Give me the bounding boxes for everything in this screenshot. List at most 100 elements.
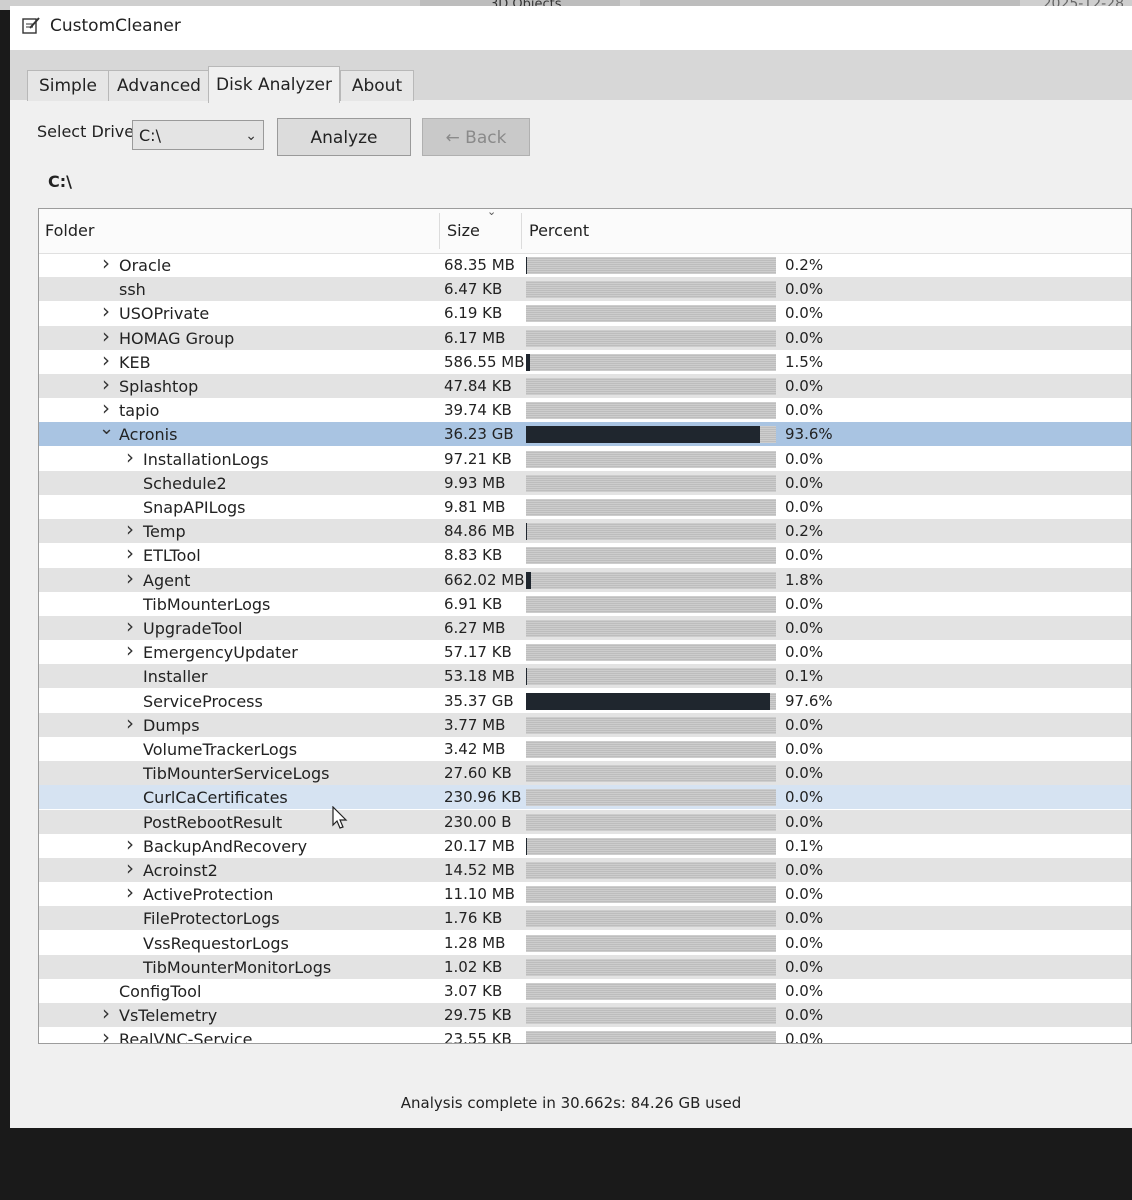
- chevron-right-icon[interactable]: ›: [99, 251, 113, 275]
- tree-row[interactable]: › InstallationLogs 97.21 KB 0.0%: [39, 445, 1131, 471]
- chevron-right-icon[interactable]: ›: [123, 832, 137, 856]
- folder-name: USOPrivate: [119, 304, 210, 324]
- tree-row[interactable]: › UpgradeTool 6.27 MB 0.0%: [39, 614, 1131, 640]
- current-path: C:\: [48, 172, 72, 191]
- folder-name: UpgradeTool: [143, 619, 243, 638]
- tree-row[interactable]: ⌄ Acronis 36.23 GB 93.6%: [39, 418, 1131, 447]
- chevron-right-icon[interactable]: ›: [123, 638, 137, 662]
- tree-row[interactable]: › KEB 586.55 MB 1.5%: [39, 348, 1131, 374]
- column-header-size[interactable]: Size: [447, 221, 480, 240]
- tree-row[interactable]: › Splashtop 47.84 KB 0.0%: [39, 372, 1131, 398]
- chevron-right-icon[interactable]: ›: [99, 1001, 113, 1025]
- percent-value: 0.0%: [785, 885, 824, 904]
- tree-row[interactable]: Schedule2 9.93 MB 0.0%: [39, 470, 1131, 495]
- chevron-down-icon[interactable]: ⌄: [99, 418, 114, 439]
- tree-row[interactable]: TibMounterMonitorLogs 1.02 KB 0.0%: [39, 954, 1131, 979]
- folder-size: 14.52 MB: [444, 861, 515, 879]
- tree-row[interactable]: › Dumps 3.77 MB 0.0%: [39, 711, 1131, 737]
- tab-label: About: [351, 76, 403, 96]
- tree-row[interactable]: VolumeTrackerLogs 3.42 MB 0.0%: [39, 737, 1131, 761]
- tree-row[interactable]: VssRequestorLogs 1.28 MB 0.0%: [39, 931, 1131, 955]
- tree-row[interactable]: › tapio 39.74 KB 0.0%: [39, 396, 1131, 422]
- tab-simple[interactable]: Simple: [27, 70, 109, 101]
- chevron-right-icon[interactable]: ›: [99, 324, 113, 348]
- percent-value: 0.0%: [785, 643, 824, 662]
- tree-row[interactable]: › Agent 662.02 MB 1.8%: [39, 566, 1131, 592]
- tree-row[interactable]: › RealVNC-Service 23.55 KB 0.0%: [39, 1025, 1131, 1044]
- tree-row[interactable]: › USOPrivate 6.19 KB 0.0%: [39, 299, 1131, 325]
- chevron-right-icon[interactable]: ›: [99, 1025, 113, 1043]
- folder-size: 23.55 KB: [444, 1030, 512, 1044]
- tab-about[interactable]: About: [340, 70, 414, 101]
- percent-bar: [526, 378, 776, 395]
- column-header-percent[interactable]: Percent: [529, 221, 589, 240]
- drive-select[interactable]: C:\ ⌄: [132, 120, 264, 150]
- chevron-right-icon[interactable]: ›: [123, 541, 137, 565]
- tree-row[interactable]: Installer 53.18 MB 0.1%: [39, 664, 1131, 689]
- chevron-right-icon[interactable]: ›: [99, 299, 113, 323]
- drive-select-value: C:\: [139, 126, 161, 145]
- folder-size: 1.28 MB: [444, 933, 506, 952]
- title-bar[interactable]: CustomCleaner: [10, 6, 1132, 50]
- tree-row[interactable]: SnapAPILogs 9.81 MB 0.0%: [39, 495, 1131, 519]
- percent-bar: [526, 547, 776, 565]
- tree-row[interactable]: › HOMAG Group 6.17 MB 0.0%: [39, 324, 1131, 350]
- percent-value: 0.0%: [785, 594, 824, 613]
- chevron-right-icon[interactable]: ›: [99, 348, 113, 372]
- tab-disk-analyzer[interactable]: Disk Analyzer: [208, 66, 340, 103]
- percent-bar: [526, 450, 776, 468]
- tree-row[interactable]: PostRebootResult 230.00 B 0.0%: [39, 809, 1131, 834]
- analyze-button[interactable]: Analyze: [277, 118, 411, 156]
- folder-name: tapio: [119, 401, 160, 421]
- percent-bar-fill: [526, 257, 527, 274]
- sort-descending-icon: ⌄: [487, 208, 497, 218]
- percent-bar: [526, 305, 776, 323]
- folder-name: Acronis: [119, 425, 178, 445]
- tab-strip: Simple Advanced Disk Analyzer About: [10, 50, 1132, 103]
- percent-bar-fill: [526, 353, 530, 371]
- percent-bar: [526, 837, 776, 855]
- tree-row[interactable]: ServiceProcess 35.37 GB 97.6%: [39, 689, 1131, 713]
- folder-name: KEB: [119, 352, 151, 372]
- folder-size: 47.84 KB: [444, 377, 512, 395]
- chevron-right-icon[interactable]: ›: [123, 614, 137, 638]
- percent-value: 0.0%: [785, 982, 824, 1000]
- tree-row[interactable]: › VsTelemetry 29.75 KB 0.0%: [39, 1001, 1131, 1028]
- tree-row[interactable]: FileProtectorLogs 1.76 KB 0.0%: [39, 906, 1131, 931]
- folder-tree[interactable]: Folder ⌄ Size Percent › Oracle 68.35 MB 0.2…: [38, 208, 1132, 1044]
- tab-advanced[interactable]: Advanced: [108, 70, 210, 101]
- folder-size: 6.19 KB: [444, 304, 503, 323]
- tree-row[interactable]: › ActiveProtection 11.10 MB 0.0%: [39, 880, 1131, 906]
- tree-row[interactable]: › Acroinst2 14.52 MB 0.0%: [39, 856, 1131, 882]
- chevron-right-icon[interactable]: ›: [123, 517, 137, 541]
- window-title: CustomCleaner: [50, 16, 181, 36]
- folder-name: InstallationLogs: [143, 449, 269, 469]
- percent-bar: [526, 474, 776, 492]
- chevron-right-icon[interactable]: ›: [99, 396, 113, 420]
- percent-bar: [526, 329, 776, 347]
- chevron-right-icon[interactable]: ›: [123, 711, 137, 735]
- chevron-right-icon[interactable]: ›: [123, 566, 137, 590]
- percent-bar: [526, 862, 776, 879]
- chevron-right-icon[interactable]: ›: [123, 445, 137, 469]
- percent-bar: [526, 595, 776, 613]
- tree-row[interactable]: TibMounterServiceLogs 27.60 KB 0.0%: [39, 761, 1131, 786]
- chevron-right-icon[interactable]: ›: [99, 372, 113, 396]
- tree-row[interactable]: ssh 6.47 KB 0.0%: [39, 277, 1131, 302]
- folder-size: 230.96 KB: [444, 788, 522, 807]
- chevron-right-icon[interactable]: ›: [123, 880, 137, 904]
- tree-row[interactable]: › BackupAndRecovery 20.17 MB 0.1%: [39, 832, 1131, 858]
- tree-row[interactable]: › Oracle 68.35 MB 0.2%: [39, 251, 1131, 277]
- tree-row[interactable]: › EmergencyUpdater 57.17 KB 0.0%: [39, 638, 1131, 664]
- tree-row[interactable]: › ETLTool 8.83 KB 0.0%: [39, 541, 1131, 567]
- tree-row[interactable]: › Temp 84.86 MB 0.2%: [39, 517, 1131, 544]
- column-divider[interactable]: [439, 213, 440, 249]
- column-divider[interactable]: [521, 213, 522, 249]
- tree-row[interactable]: TibMounterLogs 6.91 KB 0.0%: [39, 592, 1131, 616]
- chevron-right-icon[interactable]: ›: [123, 856, 137, 880]
- tree-row[interactable]: ConfigTool 3.07 KB 0.0%: [39, 979, 1131, 1003]
- column-header-folder[interactable]: Folder: [45, 221, 94, 240]
- back-button[interactable]: ← Back: [422, 118, 530, 156]
- tree-row[interactable]: CurlCaCertificates 230.96 KB 0.0%: [39, 785, 1131, 810]
- percent-value: 0.0%: [785, 933, 824, 952]
